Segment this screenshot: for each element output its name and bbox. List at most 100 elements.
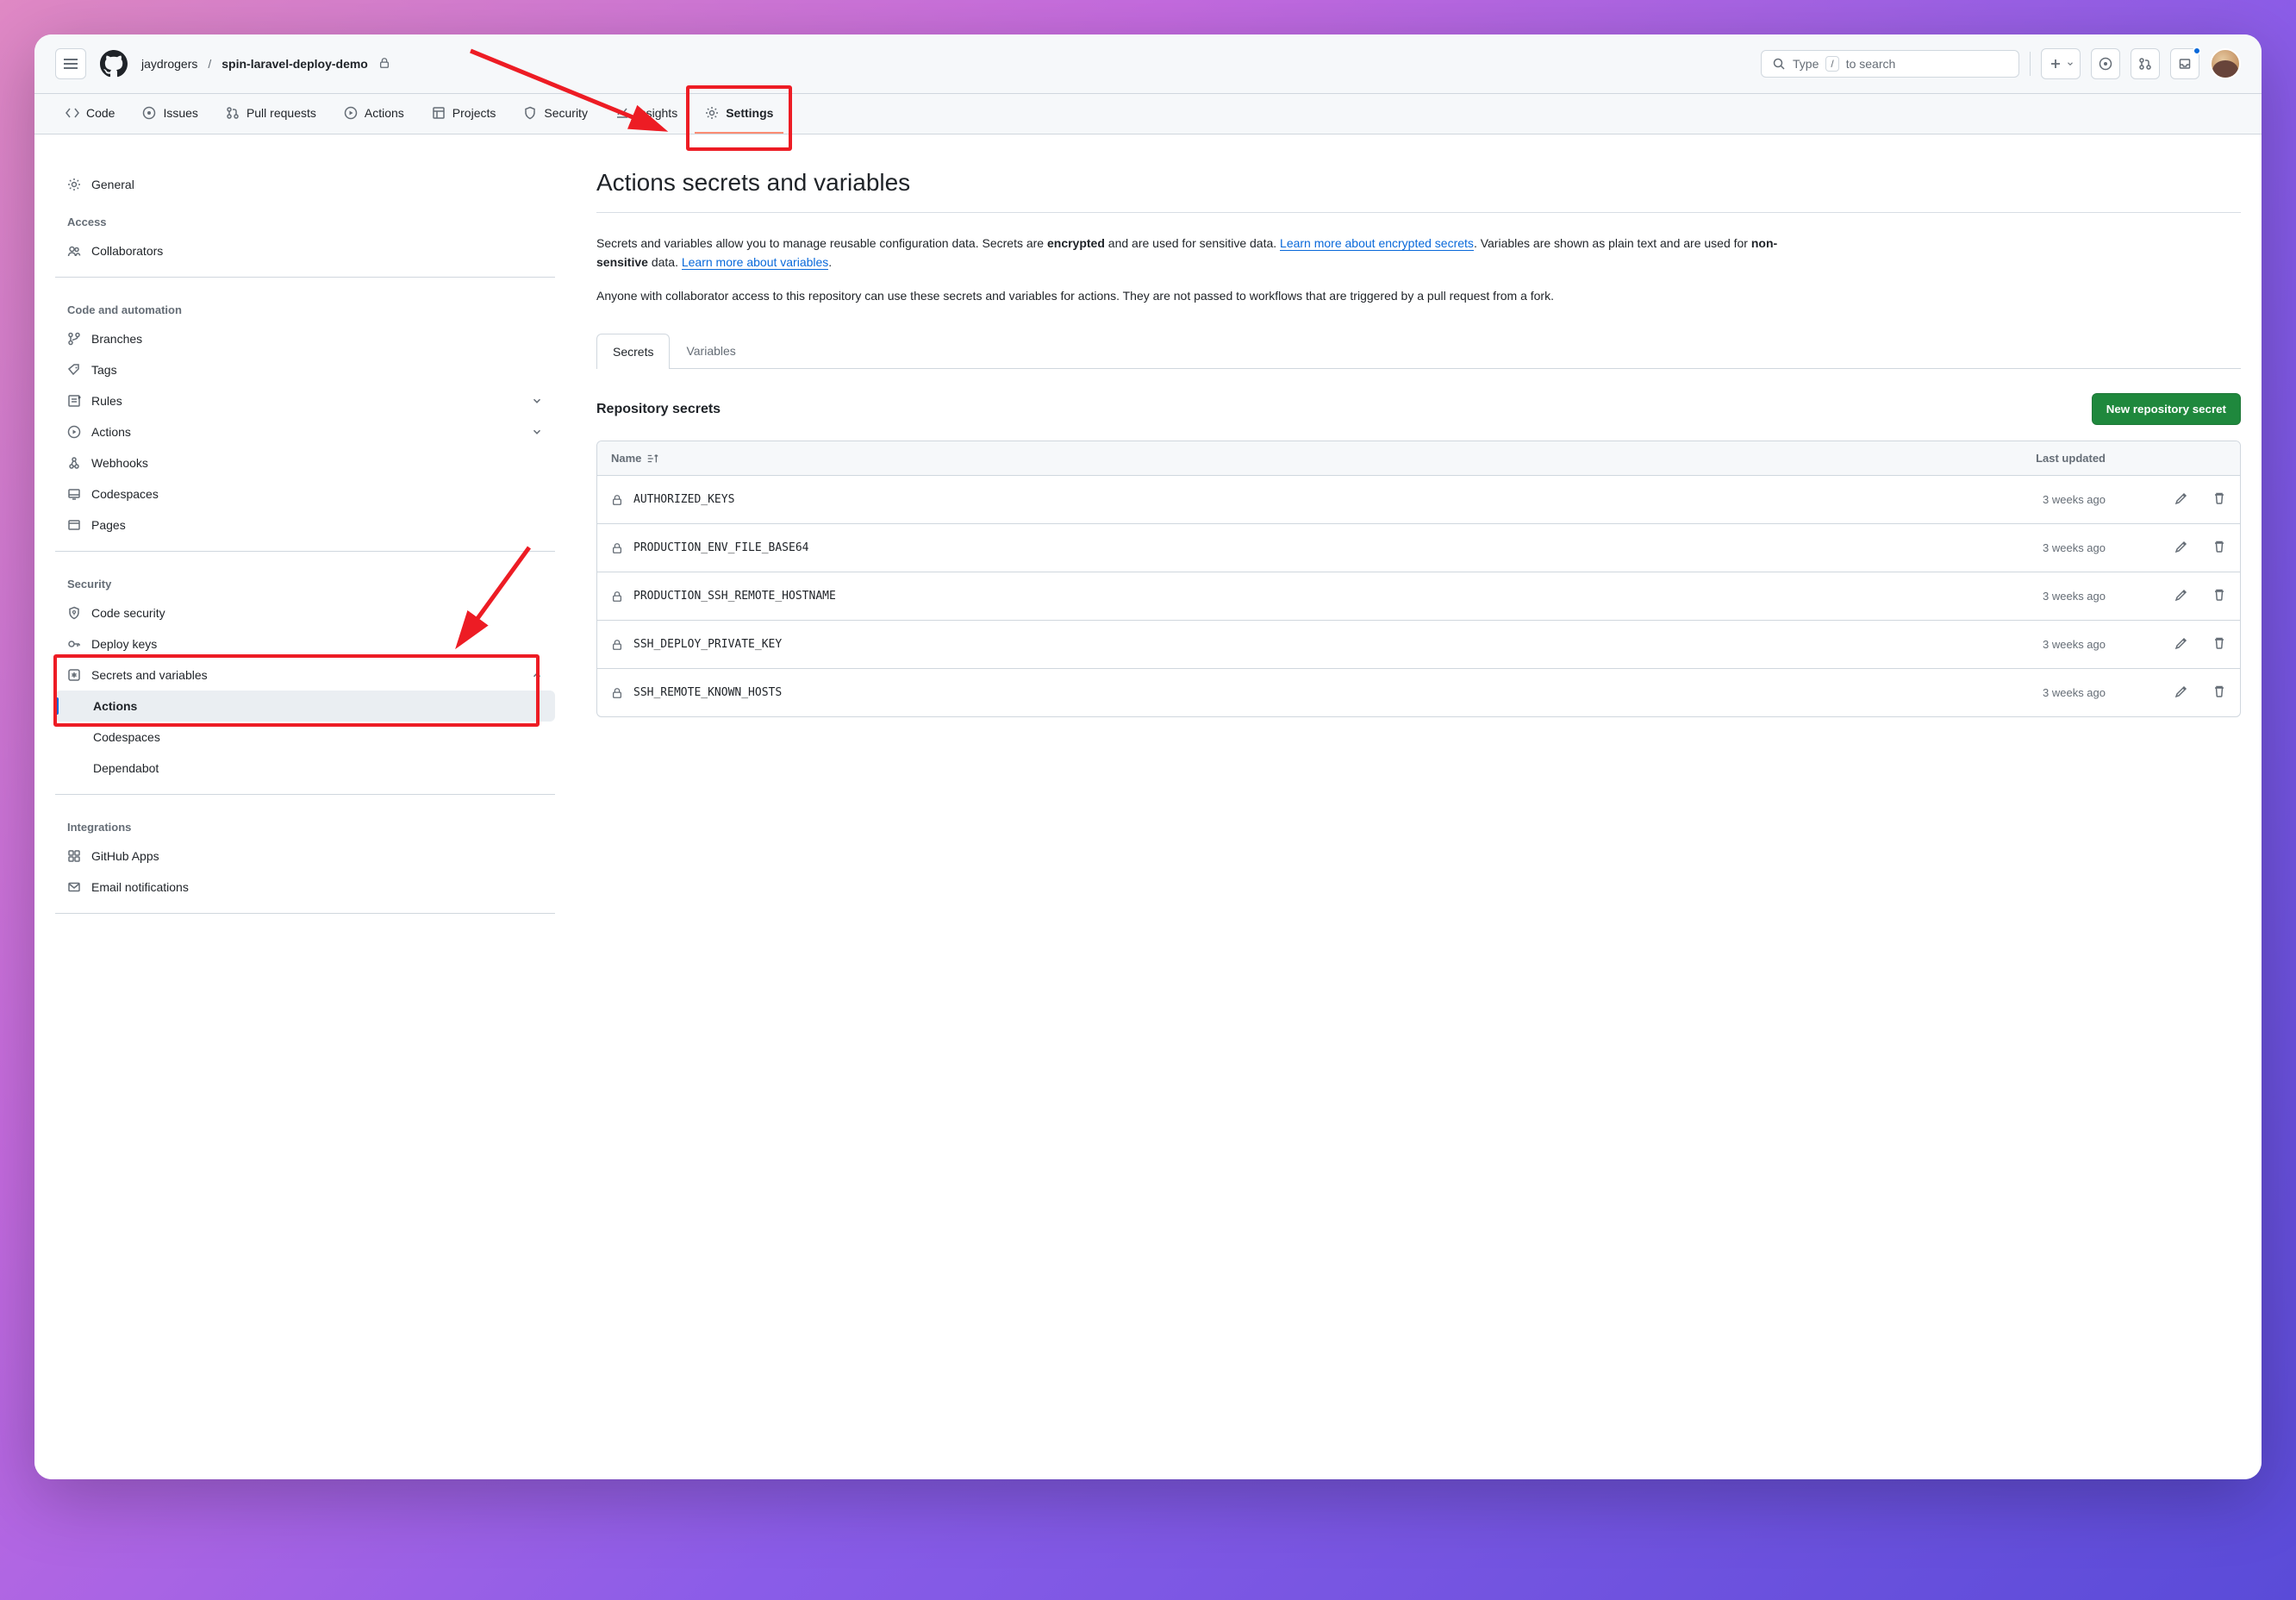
repo-tab-projects[interactable]: Projects [421,94,507,134]
sidebar-item-secrets-and-variables[interactable]: Secrets and variables [55,659,555,691]
sidebar-item-label: Collaborators [91,244,163,258]
divider [55,913,555,914]
sidebar-subitem-label: Actions [93,699,137,713]
people-icon [67,244,81,258]
edit-button[interactable] [2174,588,2188,604]
secret-updated-cell: 3 weeks ago [1933,541,2106,554]
edit-button[interactable] [2174,684,2188,701]
search-placeholder-prefix: Type [1793,57,1819,71]
sidebar-item-general[interactable]: General [55,169,555,200]
sidebar-item-label: General [91,178,134,191]
delete-button[interactable] [2212,588,2226,604]
link-variables[interactable]: Learn more about variables [682,255,828,270]
webhook-icon [67,456,81,470]
tab-variables[interactable]: Variables [670,333,752,368]
sidebar-subitem-codespaces[interactable]: Codespaces [55,722,555,753]
avatar[interactable] [2210,48,2241,79]
repo-link[interactable]: spin-laravel-deploy-demo [221,57,368,71]
lock-icon [611,687,623,699]
issue-icon [142,106,156,120]
description-paragraph-2: Anyone with collaborator access to this … [596,286,1820,305]
sidebar-item-label: Pages [91,518,126,532]
hamburger-button[interactable] [55,48,86,79]
section-title: Repository secrets [596,402,721,417]
sidebar-item-branches[interactable]: Branches [55,323,555,354]
sidebar-item-tags[interactable]: Tags [55,354,555,385]
pencil-icon [2174,684,2188,698]
search-input[interactable]: Type / to search [1761,50,2019,78]
delete-button[interactable] [2212,636,2226,653]
sidebar-item-label: Deploy keys [91,637,157,651]
link-encrypted-secrets[interactable]: Learn more about encrypted secrets [1280,236,1474,251]
asterisk-icon [67,668,81,682]
gear-icon [705,106,719,120]
repo-tab-actions[interactable]: Actions [334,94,415,134]
repo-tab-security[interactable]: Security [513,94,598,134]
sidebar-item-code-security[interactable]: Code security [55,597,555,628]
repo-tab-label: Settings [726,106,773,120]
sidebar-item-github-apps[interactable]: GitHub Apps [55,841,555,872]
divider [55,277,555,278]
secret-updated-cell: 3 weeks ago [1933,493,2106,506]
sidebar-item-email-notifications[interactable]: Email notifications [55,872,555,903]
repo-tab-pull-requests[interactable]: Pull requests [215,94,327,134]
repo-tab-label: Code [86,106,115,120]
pencil-icon [2174,540,2188,553]
sidebar-item-actions[interactable]: Actions [55,416,555,447]
pr-icon [226,106,240,120]
create-new-button[interactable] [2041,48,2081,79]
new-repository-secret-button[interactable]: New repository secret [2092,393,2241,425]
tab-secrets[interactable]: Secrets [596,334,670,369]
secret-name-cell: SSH_DEPLOY_PRIVATE_KEY [611,638,1933,651]
pencil-icon [2174,636,2188,650]
repo-tab-insights[interactable]: Insights [605,94,688,134]
sidebar-item-codespaces[interactable]: Codespaces [55,478,555,509]
pencil-icon [2174,588,2188,602]
breadcrumb: jaydrogers / spin-laravel-deploy-demo [141,57,390,72]
sidebar-subitem-dependabot[interactable]: Dependabot [55,753,555,784]
sidebar-item-deploy-keys[interactable]: Deploy keys [55,628,555,659]
sidebar-item-collaborators[interactable]: Collaborators [55,235,555,266]
issue-icon [2099,57,2112,71]
sidebar-item-pages[interactable]: Pages [55,509,555,541]
repo-tab-issues[interactable]: Issues [132,94,208,134]
page-body: General Access Collaborators Code and auto… [34,134,2262,1479]
search-placeholder-suffix: to search [1846,57,1896,71]
edit-button[interactable] [2174,540,2188,556]
branch-icon [67,332,81,346]
delete-button[interactable] [2212,491,2226,508]
sidebar-group-head: Access [55,200,555,235]
mail-icon [67,880,81,894]
secret-actions-cell [2106,684,2226,701]
caret-down-icon [2066,59,2075,68]
owner-link[interactable]: jaydrogers [141,57,197,71]
table-icon [432,106,446,120]
sidebar-subitem-label: Dependabot [93,761,159,775]
repo-tab-label: Projects [452,106,496,120]
delete-button[interactable] [2212,540,2226,556]
section-header: Repository secrets New repository secret [596,393,2241,425]
divider [55,551,555,552]
sidebar-item-webhooks[interactable]: Webhooks [55,447,555,478]
lock-icon [378,57,390,72]
github-logo-icon[interactable] [100,50,128,78]
sidebar-item-rules[interactable]: Rules [55,385,555,416]
sidebar-item-label: Tags [91,363,117,377]
trash-icon [2212,540,2226,553]
notifications-button[interactable] [2170,48,2199,79]
secret-updated-cell: 3 weeks ago [1933,638,2106,651]
column-header-name[interactable]: Name [611,452,1933,465]
edit-button[interactable] [2174,491,2188,508]
edit-button[interactable] [2174,636,2188,653]
sidebar-subitem-actions[interactable]: Actions [55,691,555,722]
play-icon [67,425,81,439]
sidebar-group-head: Code and automation [55,288,555,323]
pull-requests-button[interactable] [2131,48,2160,79]
repo-tab-code[interactable]: Code [55,94,125,134]
delete-button[interactable] [2212,684,2226,701]
sidebar-group-head: Integrations [55,805,555,841]
repo-tab-settings[interactable]: Settings [695,94,783,134]
issues-button[interactable] [2091,48,2120,79]
app-window: jaydrogers / spin-laravel-deploy-demo Ty… [34,34,2262,1479]
secret-updated-cell: 3 weeks ago [1933,686,2106,699]
